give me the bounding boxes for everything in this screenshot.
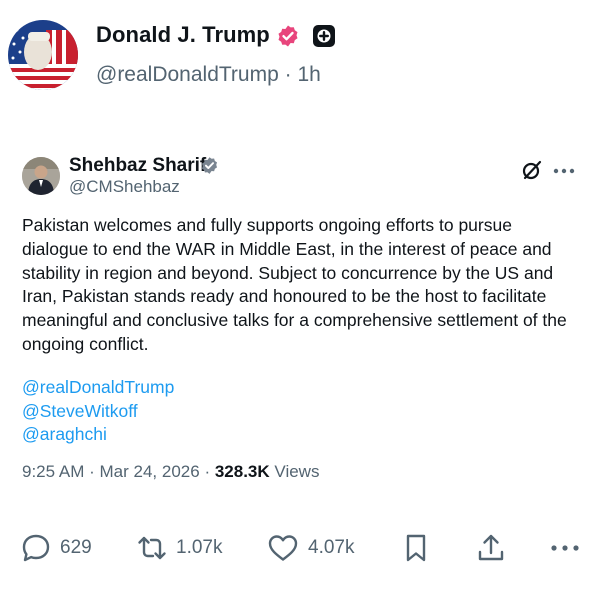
post-meta: 9:25 AM · Mar 24, 2026 · 328.3K Views	[22, 462, 319, 482]
verified-badge-icon	[201, 157, 218, 174]
author-name[interactable]: Donald J. Trump	[96, 22, 270, 48]
author-handle-time: @realDonaldTrump · 1h	[96, 63, 321, 87]
share-icon	[478, 534, 504, 561]
quoted-post[interactable]: Shehbaz Sharif @CMShehbaz Pakistan welco…	[0, 140, 600, 490]
bookmark-button[interactable]	[402, 526, 430, 570]
verified-badge-icon	[278, 25, 298, 47]
post-time[interactable]: 1h	[297, 63, 320, 86]
quote-avatar[interactable]	[22, 157, 60, 195]
reply-icon	[22, 534, 50, 562]
action-bar: 629 1.07k 4.07k	[0, 526, 600, 570]
repost-button[interactable]: 1.07k	[136, 526, 222, 570]
separator: ·	[284, 63, 292, 86]
post-header: Donald J. Trump @realDonaldTrump · 1h	[0, 0, 600, 110]
views-label: Views	[274, 462, 320, 481]
mention-list: @realDonaldTrump @SteveWitkoff @araghchi	[22, 376, 174, 447]
reply-count: 629	[60, 537, 92, 558]
separator: ·	[89, 462, 95, 481]
quote-author-handle[interactable]: @CMShehbaz	[69, 177, 180, 197]
tweet-text: Pakistan welcomes and fully supports ong…	[22, 215, 567, 354]
like-count: 4.07k	[308, 537, 355, 558]
bookmark-icon	[406, 534, 426, 562]
quote-author-name[interactable]: Shehbaz Sharif	[69, 155, 206, 177]
like-button[interactable]: 4.07k	[266, 526, 354, 570]
author-handle[interactable]: @realDonaldTrump	[96, 63, 279, 86]
repost-count: 1.07k	[176, 537, 223, 558]
repost-icon	[138, 536, 166, 560]
more-icon	[551, 545, 579, 551]
avatar[interactable]	[8, 20, 78, 90]
more-button[interactable]	[550, 526, 580, 570]
share-button[interactable]	[476, 526, 506, 570]
plus-badge-icon	[313, 25, 335, 47]
heart-icon	[268, 535, 298, 561]
reply-button[interactable]: 629	[20, 526, 92, 570]
mention-link[interactable]: @realDonaldTrump	[22, 376, 174, 400]
mention-link[interactable]: @araghchi	[22, 423, 174, 447]
more-icon[interactable]	[553, 167, 575, 175]
post-timestamp[interactable]: 9:25 AM	[22, 462, 84, 481]
post-date[interactable]: Mar 24, 2026	[100, 462, 200, 481]
views-count: 328.3K	[214, 462, 270, 481]
mention-link[interactable]: @SteveWitkoff	[22, 400, 174, 424]
separator: ·	[204, 462, 211, 481]
grok-icon[interactable]	[521, 159, 543, 181]
